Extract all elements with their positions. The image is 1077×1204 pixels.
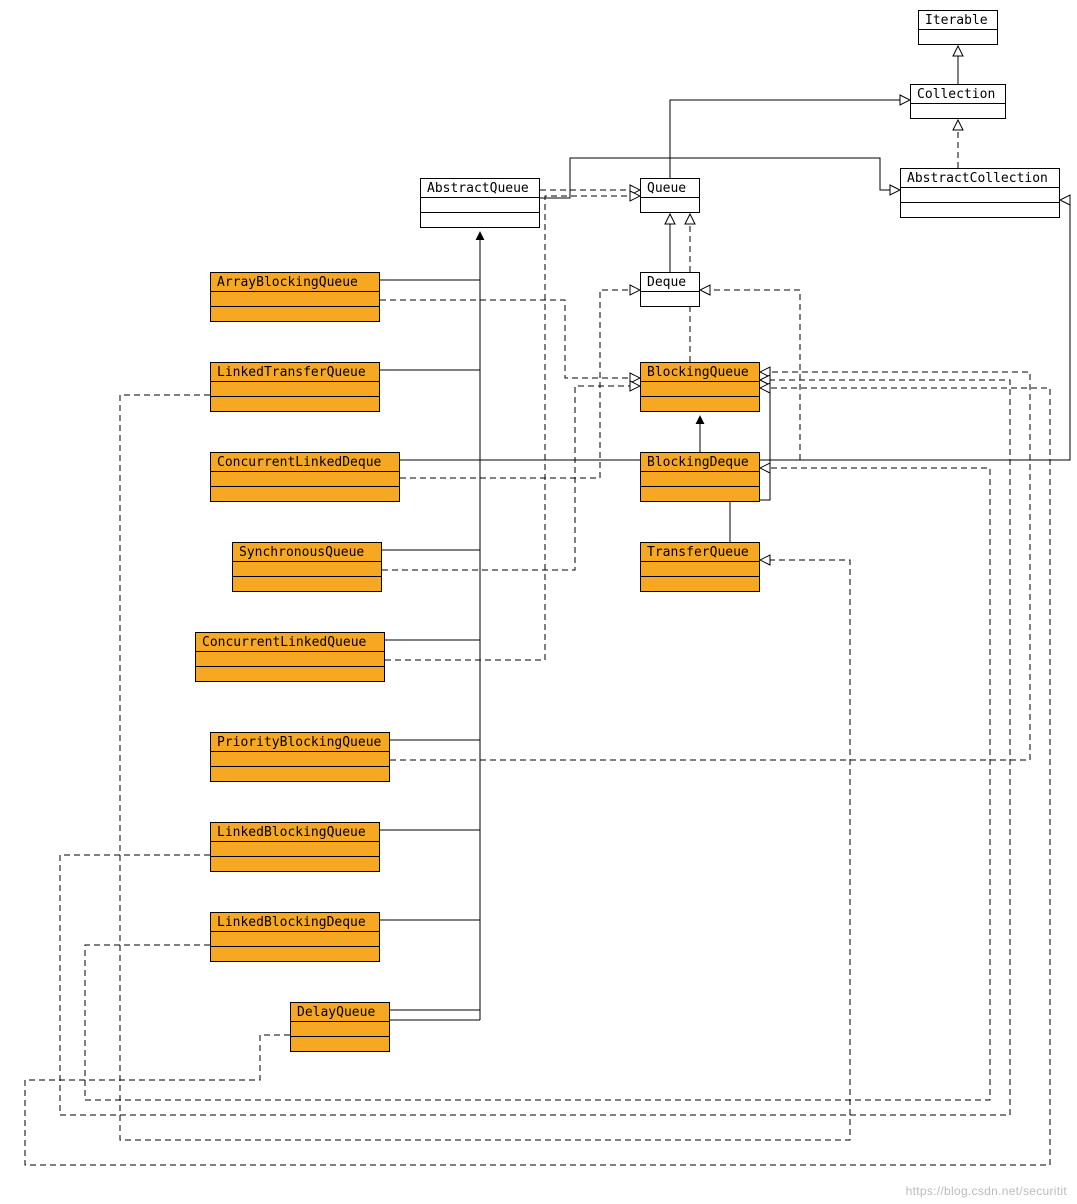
class-concurrent-linked-queue: ConcurrentLinkedQueue	[195, 632, 385, 682]
class-priority-blocking-queue: PriorityBlockingQueue	[210, 732, 390, 782]
uml-diagram: Iterable Collection AbstractCollection A…	[0, 0, 1077, 1204]
class-title: AbstractCollection	[901, 169, 1059, 188]
class-linked-blocking-deque: LinkedBlockingDeque	[210, 912, 380, 962]
class-abstract-collection: AbstractCollection	[900, 168, 1060, 218]
class-title: LinkedBlockingDeque	[211, 913, 379, 932]
class-title: ConcurrentLinkedQueue	[196, 633, 384, 652]
class-linked-blocking-queue: LinkedBlockingQueue	[210, 822, 380, 872]
class-iterable: Iterable	[918, 10, 998, 45]
class-abstract-queue: AbstractQueue	[420, 178, 540, 228]
class-blocking-deque: BlockingDeque	[640, 452, 760, 502]
class-title: ArrayBlockingQueue	[211, 273, 379, 292]
class-concurrent-linked-deque: ConcurrentLinkedDeque	[210, 452, 400, 502]
class-title: BlockingDeque	[641, 453, 759, 472]
class-queue: Queue	[640, 178, 700, 213]
class-title: SynchronousQueue	[233, 543, 381, 562]
class-title: PriorityBlockingQueue	[211, 733, 389, 752]
class-title: BlockingQueue	[641, 363, 759, 382]
class-title: LinkedTransferQueue	[211, 363, 379, 382]
class-title: Collection	[911, 85, 1005, 104]
class-title: TransferQueue	[641, 543, 759, 562]
watermark: https://blog.csdn.net/securitit	[906, 1184, 1067, 1198]
class-title: LinkedBlockingQueue	[211, 823, 379, 842]
classunusual-title: ConcurrentLinkedDeque	[211, 453, 399, 472]
class-deque: Deque	[640, 272, 700, 307]
class-title: Deque	[641, 273, 699, 292]
class-linked-transfer-queue: LinkedTransferQueue	[210, 362, 380, 412]
class-title: AbstractQueue	[421, 179, 539, 198]
class-title: Iterable	[919, 11, 997, 30]
class-delay-queue: DelayQueue	[290, 1002, 390, 1052]
class-synchronous-queue: SynchronousQueue	[232, 542, 382, 592]
class-blocking-queue: BlockingQueue	[640, 362, 760, 412]
class-title: DelayQueue	[291, 1003, 389, 1022]
class-collection: Collection	[910, 84, 1006, 119]
class-title: Queue	[641, 179, 699, 198]
class-transfer-queue: TransferQueue	[640, 542, 760, 592]
class-array-blocking-queue: ArrayBlockingQueue	[210, 272, 380, 322]
